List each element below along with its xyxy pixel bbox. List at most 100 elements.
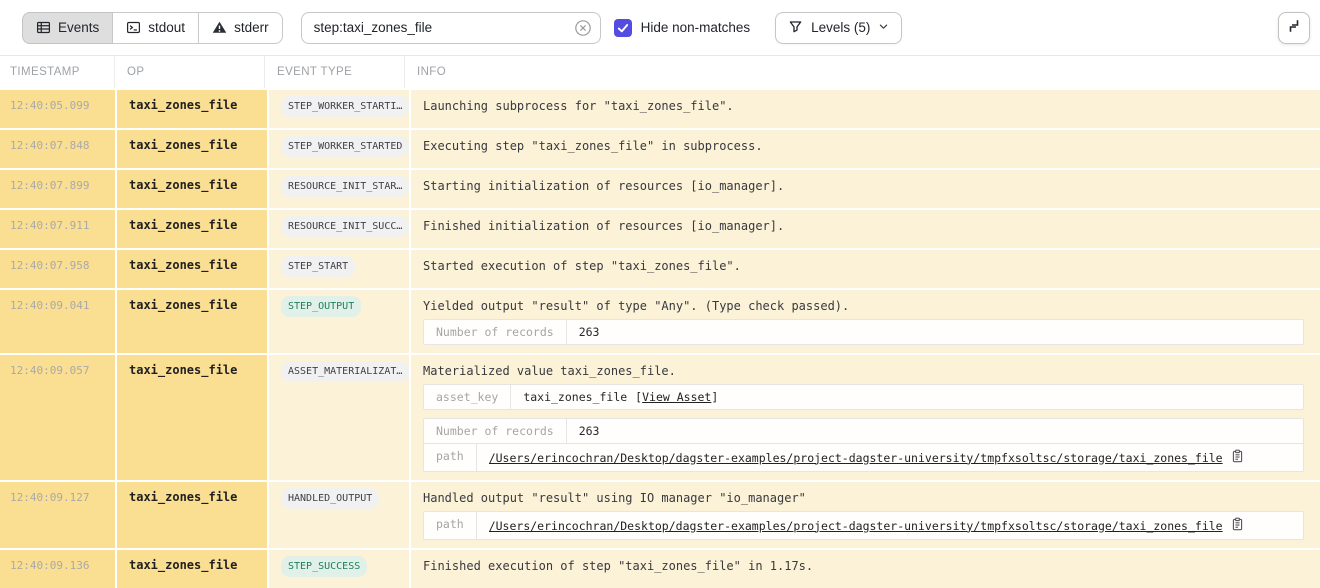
log-filter-search [301, 12, 601, 44]
timestamp-cell[interactable]: 12:40:09.057 [0, 355, 115, 480]
timestamp-cell[interactable]: 12:40:09.127 [0, 482, 115, 548]
metadata-row: path /Users/erincochran/Desktop/dagster-… [424, 512, 1303, 539]
timestamp-cell[interactable]: 12:40:09.041 [0, 290, 115, 353]
op-cell[interactable]: taxi_zones_file [117, 130, 267, 168]
table-row[interactable]: 12:40:07.911 taxi_zones_file RESOURCE_IN… [0, 210, 1320, 248]
table-row[interactable]: 12:40:09.057 taxi_zones_file ASSET_MATER… [0, 355, 1320, 480]
op-cell[interactable]: taxi_zones_file [117, 90, 267, 128]
info-message: Started execution of step "taxi_zones_fi… [423, 259, 1312, 273]
op-cell[interactable]: taxi_zones_file [117, 250, 267, 288]
table-row[interactable]: 12:40:09.136 taxi_zones_file STEP_SUCCES… [0, 550, 1320, 588]
hide-non-matches-label: Hide non-matches [641, 20, 751, 35]
info-message: Handled output "result" using IO manager… [423, 491, 1312, 505]
event-type-badge: STEP_SUCCESS [281, 556, 367, 577]
op-cell[interactable]: taxi_zones_file [117, 550, 267, 588]
hide-non-matches-checkbox[interactable]: Hide non-matches [614, 19, 751, 37]
asset-key-table: asset_key taxi_zones_file View Asset [423, 384, 1304, 410]
info-message: Finished initialization of resources [io… [423, 219, 1312, 233]
table-row[interactable]: 12:40:07.958 taxi_zones_file STEP_START … [0, 250, 1320, 288]
event-type-badge: STEP_START [281, 256, 355, 277]
op-cell[interactable]: taxi_zones_file [117, 355, 267, 480]
timestamp-cell[interactable]: 12:40:09.136 [0, 550, 115, 588]
log-table-body: 12:40:05.099 taxi_zones_file STEP_WORKER… [0, 90, 1320, 588]
column-header-timestamp: TIMESTAMP [0, 56, 115, 88]
info-cell: Finished initialization of resources [io… [411, 210, 1320, 248]
metadata-table: Number of records 263 [423, 319, 1304, 345]
info-message: Starting initialization of resources [io… [423, 179, 1312, 193]
table-row[interactable]: 12:40:09.041 taxi_zones_file STEP_OUTPUT… [0, 290, 1320, 353]
event-type-badge: STEP_WORKER_STARTED [281, 136, 409, 157]
funnel-icon [788, 19, 803, 37]
timestamp-cell[interactable]: 12:40:05.099 [0, 90, 115, 128]
timestamp-cell[interactable]: 12:40:07.899 [0, 170, 115, 208]
event-type-cell: HANDLED_OUTPUT [269, 482, 409, 548]
log-view-tabs: Events stdout stderr [22, 12, 283, 44]
search-input[interactable] [301, 12, 601, 44]
warning-triangle-icon [212, 20, 227, 35]
timestamp-cell[interactable]: 12:40:07.911 [0, 210, 115, 248]
copy-path-button[interactable] [1231, 449, 1244, 466]
metadata-value: taxi_zones_file View Asset [511, 385, 1303, 409]
info-cell: Materialized value taxi_zones_file. asse… [411, 355, 1320, 480]
info-cell: Executing step "taxi_zones_file" in subp… [411, 130, 1320, 168]
info-message: Executing step "taxi_zones_file" in subp… [423, 139, 1312, 153]
copy-path-button[interactable] [1231, 517, 1244, 534]
info-cell: Yielded output "result" of type "Any". (… [411, 290, 1320, 353]
info-cell: Launching subprocess for "taxi_zones_fil… [411, 90, 1320, 128]
op-cell[interactable]: taxi_zones_file [117, 210, 267, 248]
event-type-cell: STEP_OUTPUT [269, 290, 409, 353]
op-cell[interactable]: taxi_zones_file [117, 482, 267, 548]
info-message: Launching subprocess for "taxi_zones_fil… [423, 99, 1312, 113]
metadata-row: Number of records 263 [424, 320, 1303, 344]
tab-stdout[interactable]: stdout [112, 12, 199, 44]
event-type-badge: STEP_OUTPUT [281, 296, 361, 317]
metadata-label: asset_key [424, 385, 511, 409]
metadata-value: /Users/erincochran/Desktop/dagster-examp… [477, 444, 1303, 471]
metadata-value: 263 [567, 320, 1303, 344]
path-link[interactable]: /Users/erincochran/Desktop/dagster-examp… [489, 451, 1223, 465]
info-cell: Starting initialization of resources [io… [411, 170, 1320, 208]
event-type-badge: ASSET_MATERIALIZAT… [281, 361, 409, 382]
chevron-down-icon [878, 20, 889, 35]
tab-stdout-label: stdout [148, 20, 185, 35]
collapse-panel-button[interactable] [1278, 12, 1310, 44]
table-row[interactable]: 12:40:07.899 taxi_zones_file RESOURCE_IN… [0, 170, 1320, 208]
metadata-label: Number of records [424, 419, 567, 443]
metadata-row: path /Users/erincochran/Desktop/dagster-… [424, 443, 1303, 471]
metadata-row: asset_key taxi_zones_file View Asset [424, 385, 1303, 409]
table-row[interactable]: 12:40:07.848 taxi_zones_file STEP_WORKER… [0, 130, 1320, 168]
log-table-header: TIMESTAMP OP EVENT TYPE INFO [0, 55, 1320, 88]
event-type-cell: RESOURCE_INIT_STAR… [269, 170, 409, 208]
levels-label: Levels (5) [811, 20, 870, 35]
checkbox-checked-icon [614, 19, 632, 37]
event-type-cell: STEP_WORKER_STARTI… [269, 90, 409, 128]
event-type-badge: STEP_WORKER_STARTI… [281, 96, 409, 117]
info-cell: Started execution of step "taxi_zones_fi… [411, 250, 1320, 288]
clear-search-icon[interactable] [574, 19, 592, 37]
clipboard-copy-icon [1231, 449, 1244, 466]
table-row[interactable]: 12:40:09.127 taxi_zones_file HANDLED_OUT… [0, 482, 1320, 548]
timestamp-cell[interactable]: 12:40:07.848 [0, 130, 115, 168]
info-message: Finished execution of step "taxi_zones_f… [423, 559, 1312, 573]
event-type-badge: HANDLED_OUTPUT [281, 488, 379, 509]
op-cell[interactable]: taxi_zones_file [117, 170, 267, 208]
levels-filter-dropdown[interactable]: Levels (5) [775, 12, 902, 44]
op-cell[interactable]: taxi_zones_file [117, 290, 267, 353]
clipboard-copy-icon [1231, 517, 1244, 534]
column-header-op: OP [115, 56, 265, 88]
table-row[interactable]: 12:40:05.099 taxi_zones_file STEP_WORKER… [0, 90, 1320, 128]
metadata-label: Number of records [424, 320, 567, 344]
event-type-cell: STEP_WORKER_STARTED [269, 130, 409, 168]
tab-events[interactable]: Events [22, 12, 113, 44]
column-header-info: INFO [405, 56, 1320, 88]
info-message: Yielded output "result" of type "Any". (… [423, 299, 1312, 313]
log-toolbar: Events stdout stderr [0, 0, 1320, 55]
path-link[interactable]: /Users/erincochran/Desktop/dagster-examp… [489, 519, 1223, 533]
timestamp-cell[interactable]: 12:40:07.958 [0, 250, 115, 288]
table-icon [36, 20, 51, 35]
event-type-cell: RESOURCE_INIT_SUCC… [269, 210, 409, 248]
event-type-cell: STEP_START [269, 250, 409, 288]
view-asset-link[interactable]: View Asset [635, 390, 718, 404]
tab-stderr[interactable]: stderr [198, 12, 283, 44]
event-type-cell: STEP_SUCCESS [269, 550, 409, 588]
